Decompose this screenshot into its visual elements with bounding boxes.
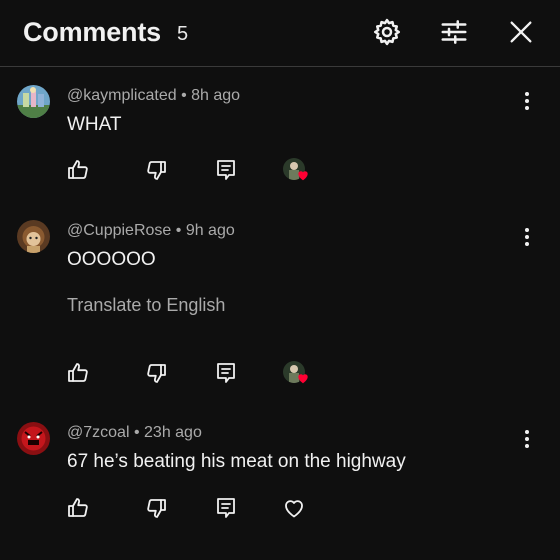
gear-icon[interactable] bbox=[371, 16, 403, 48]
heart-button[interactable] bbox=[280, 494, 308, 522]
comment-author[interactable]: @7zcoal bbox=[67, 424, 130, 441]
reply-button[interactable] bbox=[212, 494, 240, 522]
reply-button[interactable] bbox=[212, 359, 240, 387]
comment-meta: @7zcoal • 23h ago bbox=[67, 424, 202, 442]
meta-separator: • bbox=[181, 87, 187, 104]
comment-author[interactable]: @kaymplicated bbox=[67, 87, 177, 104]
comment-time: 9h ago bbox=[185, 222, 235, 239]
reply-button[interactable] bbox=[212, 156, 240, 184]
comment-time: 8h ago bbox=[191, 87, 241, 104]
meta-separator: • bbox=[175, 222, 182, 239]
dislike-button[interactable] bbox=[142, 359, 170, 387]
red-heart-icon bbox=[298, 171, 308, 181]
comment-count: 5 bbox=[177, 23, 189, 45]
dislike-button[interactable] bbox=[142, 156, 170, 184]
like-button[interactable] bbox=[64, 494, 92, 522]
header-title: Comments bbox=[23, 17, 161, 47]
comment-text: 67 he’s beating his meat on the highway bbox=[67, 451, 406, 472]
close-icon[interactable] bbox=[505, 16, 537, 48]
comment-time: 23h ago bbox=[144, 424, 202, 441]
comment-text: OOOOOO bbox=[67, 249, 156, 270]
translate-link[interactable]: Translate to English bbox=[67, 295, 225, 316]
more-options-icon[interactable] bbox=[515, 225, 539, 249]
dislike-button[interactable] bbox=[142, 494, 170, 522]
comments-header: Comments 5 bbox=[0, 0, 560, 67]
creator-heart-badge[interactable] bbox=[283, 361, 313, 389]
more-options-icon[interactable] bbox=[515, 89, 539, 113]
avatar[interactable] bbox=[17, 85, 50, 118]
avatar[interactable] bbox=[17, 422, 50, 455]
more-options-icon[interactable] bbox=[515, 427, 539, 451]
comment-meta: @CuppieRose • 9h ago bbox=[67, 222, 235, 240]
creator-heart-badge[interactable] bbox=[283, 158, 313, 186]
like-button[interactable] bbox=[64, 359, 92, 387]
red-heart-icon bbox=[298, 374, 308, 384]
comment-text: WHAT bbox=[67, 114, 122, 135]
meta-separator: • bbox=[133, 424, 140, 441]
heart-outline-icon bbox=[285, 500, 303, 518]
like-button[interactable] bbox=[64, 156, 92, 184]
avatar[interactable] bbox=[17, 220, 50, 253]
sliders-icon[interactable] bbox=[438, 16, 470, 48]
comment-author[interactable]: @CuppieRose bbox=[67, 222, 171, 239]
comment-meta: @kaymplicated • 8h ago bbox=[67, 87, 240, 105]
